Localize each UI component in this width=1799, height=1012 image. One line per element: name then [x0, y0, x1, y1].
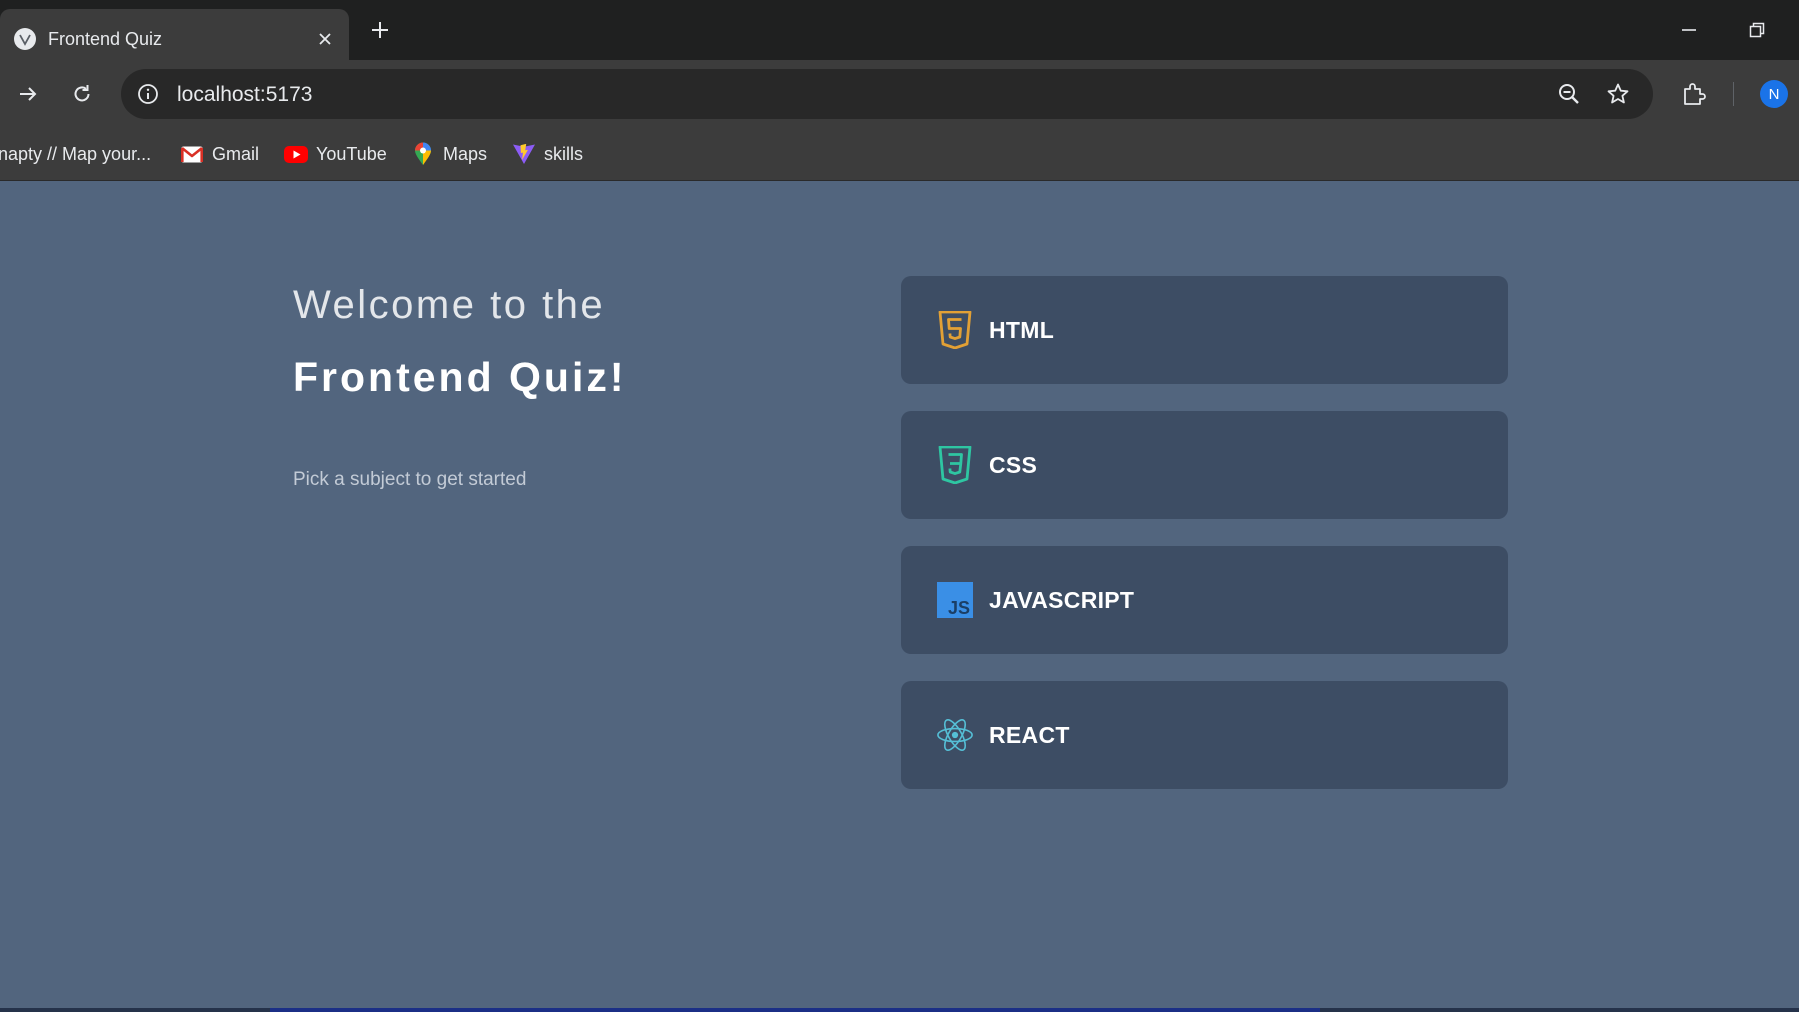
javascript-icon: JS: [936, 581, 974, 619]
restore-icon[interactable]: [1739, 12, 1775, 48]
subtitle-text: Pick a subject to get started: [293, 469, 527, 490]
bookmark-item[interactable]: napty // Map your...: [0, 139, 151, 169]
browser-tab[interactable]: Frontend Quiz: [0, 9, 349, 60]
bookmark-label: Maps: [443, 143, 488, 164]
gmail-icon: [180, 143, 204, 165]
vite-icon: [512, 143, 536, 165]
tab-title: Frontend Quiz: [48, 29, 163, 49]
bookmark-label: YouTube: [316, 143, 387, 164]
reload-icon[interactable]: [62, 74, 102, 114]
subject-button-css[interactable]: CSS: [901, 411, 1508, 519]
subject-label: REACT: [989, 722, 1070, 748]
address-bar[interactable]: localhost:5173: [121, 69, 1653, 119]
bookmark-label: skills: [544, 143, 583, 164]
extensions-icon[interactable]: [1677, 79, 1711, 109]
minimize-icon[interactable]: [1671, 12, 1707, 48]
page-bottom-edge: [0, 1008, 1799, 1012]
subject-button-javascript[interactable]: JS JAVASCRIPT: [901, 546, 1508, 654]
bookmark-item-skills[interactable]: skills: [512, 139, 583, 169]
bookmark-star-icon[interactable]: [1604, 80, 1632, 108]
subject-label: HTML: [989, 317, 1055, 343]
subject-label: CSS: [989, 452, 1038, 478]
bookmark-label: Gmail: [212, 143, 260, 164]
bookmark-item-maps[interactable]: Maps: [411, 139, 487, 169]
toolbar-separator: [1733, 82, 1734, 106]
youtube-icon: [284, 143, 308, 165]
forward-icon[interactable]: [8, 74, 48, 114]
quiz-page: Welcome to the Frontend Quiz! Pick a sub…: [0, 181, 1799, 1008]
subject-button-html[interactable]: HTML: [901, 276, 1508, 384]
css3-icon: [936, 446, 974, 484]
html5-icon: [936, 311, 974, 349]
quiz-title: Frontend Quiz!: [293, 354, 627, 400]
new-tab-icon[interactable]: [366, 16, 394, 44]
react-icon: [936, 716, 974, 754]
bookmark-label: napty // Map your...: [0, 143, 152, 164]
vite-favicon-icon: [14, 28, 36, 50]
profile-avatar[interactable]: N: [1760, 80, 1788, 108]
close-icon[interactable]: [313, 27, 337, 51]
subject-button-react[interactable]: REACT: [901, 681, 1508, 789]
maps-icon: [411, 142, 435, 165]
site-info-icon[interactable]: [135, 81, 161, 107]
welcome-heading: Welcome to the: [293, 283, 606, 327]
subject-list: HTML CSS JS JAVASCRIPT REACT: [901, 276, 1508, 816]
bookmarks-bar: napty // Map your... Gmail YouTube Maps …: [0, 128, 1799, 181]
browser-toolbar: localhost:5173 N: [0, 60, 1799, 128]
bookmark-item-youtube[interactable]: YouTube: [284, 139, 387, 169]
address-url[interactable]: localhost:5173: [177, 83, 312, 107]
svg-text:JS: JS: [948, 598, 970, 618]
subject-label: JAVASCRIPT: [989, 587, 1135, 613]
bookmark-item-gmail[interactable]: Gmail: [180, 139, 259, 169]
zoom-icon[interactable]: [1555, 80, 1583, 108]
tab-strip: Frontend Quiz: [0, 0, 1799, 60]
